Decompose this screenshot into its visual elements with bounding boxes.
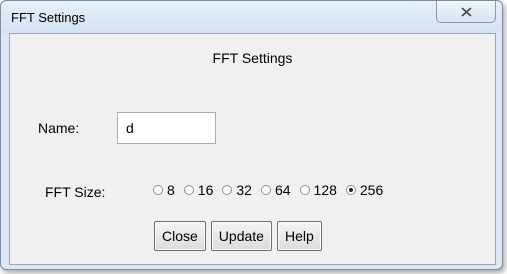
radio-button[interactable] xyxy=(260,185,271,195)
close-button[interactable]: Close xyxy=(154,221,206,251)
window-close-button[interactable] xyxy=(436,1,496,23)
dialog-heading: FFT Settings xyxy=(212,50,293,66)
radio-button-selected[interactable] xyxy=(345,185,356,195)
fft-settings-window: FFT Settings FFT Settings Name: d FFT Si… xyxy=(0,0,503,270)
fft-size-option-128[interactable]: 128 xyxy=(299,182,337,198)
help-button[interactable]: Help xyxy=(276,221,322,251)
radio-label: 256 xyxy=(359,182,384,198)
button-row: Close Update Help xyxy=(154,221,327,251)
fft-size-label: FFT Size: xyxy=(45,184,106,200)
fft-size-option-8[interactable]: 8 xyxy=(153,182,175,198)
fft-size-option-256[interactable]: 256 xyxy=(345,182,384,198)
radio-button[interactable] xyxy=(153,185,163,195)
radio-label: 128 xyxy=(313,182,337,198)
radio-label: 8 xyxy=(167,182,175,198)
close-x-icon xyxy=(460,6,472,17)
radio-button[interactable] xyxy=(222,185,233,195)
dialog-content: FFT Settings Name: d FFT Size: 8 16 32 6… xyxy=(9,33,496,265)
fft-size-radio-group: 8 16 32 64 128 256 xyxy=(153,182,392,198)
title-bar[interactable]: FFT Settings xyxy=(1,1,502,33)
radio-button[interactable] xyxy=(183,185,194,195)
window-title: FFT Settings xyxy=(11,10,86,25)
fft-size-option-32[interactable]: 32 xyxy=(222,182,252,198)
radio-button[interactable] xyxy=(299,185,310,195)
radio-label: 64 xyxy=(274,182,291,198)
name-label: Name: xyxy=(38,120,80,136)
radio-label: 32 xyxy=(236,182,252,198)
update-button[interactable]: Update xyxy=(210,221,272,251)
radio-label: 16 xyxy=(197,182,214,198)
name-input[interactable]: d xyxy=(117,112,216,144)
fft-size-option-16[interactable]: 16 xyxy=(183,182,214,198)
fft-size-option-64[interactable]: 64 xyxy=(260,182,291,198)
